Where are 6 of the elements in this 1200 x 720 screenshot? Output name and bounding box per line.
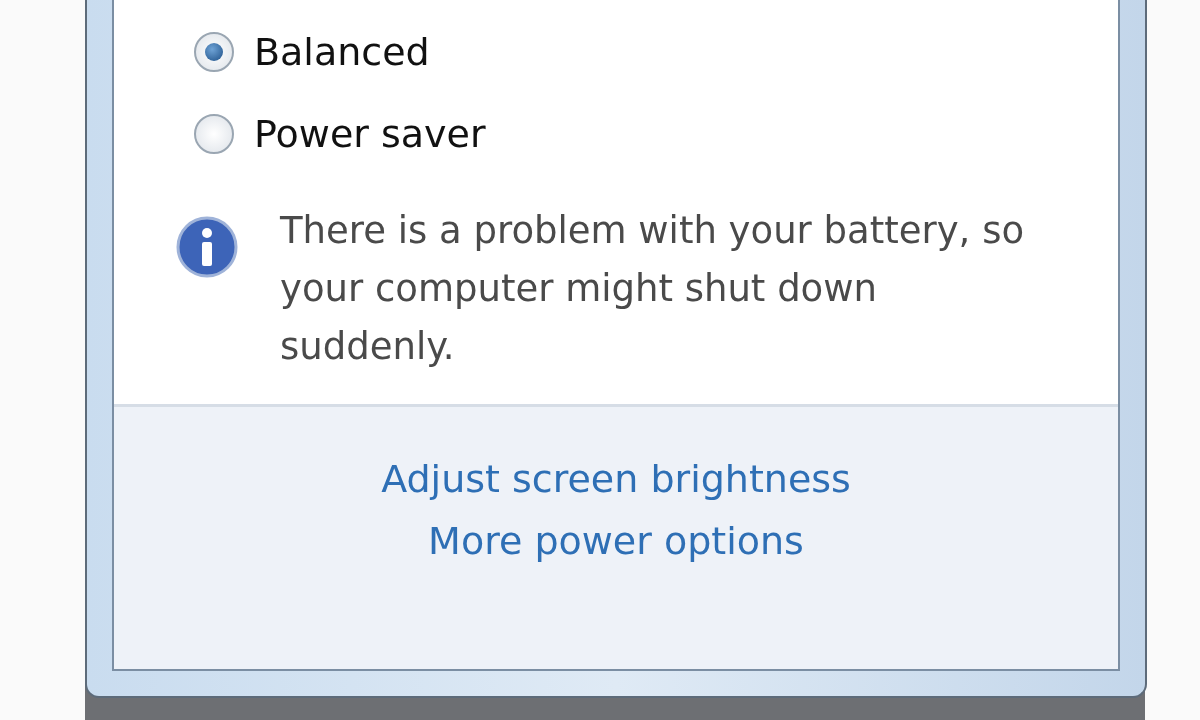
info-icon — [176, 216, 238, 278]
settings-link[interactable]: Adjust screen brightness — [381, 457, 851, 501]
power-plan-radio[interactable]: Power saver — [194, 112, 486, 156]
power-plan-radio[interactable]: Balanced — [194, 30, 430, 74]
settings-link[interactable]: More power options — [428, 519, 804, 563]
battery-warning-text: There is a problem with your battery, so your computer might shut down suddenly. — [280, 208, 1026, 370]
